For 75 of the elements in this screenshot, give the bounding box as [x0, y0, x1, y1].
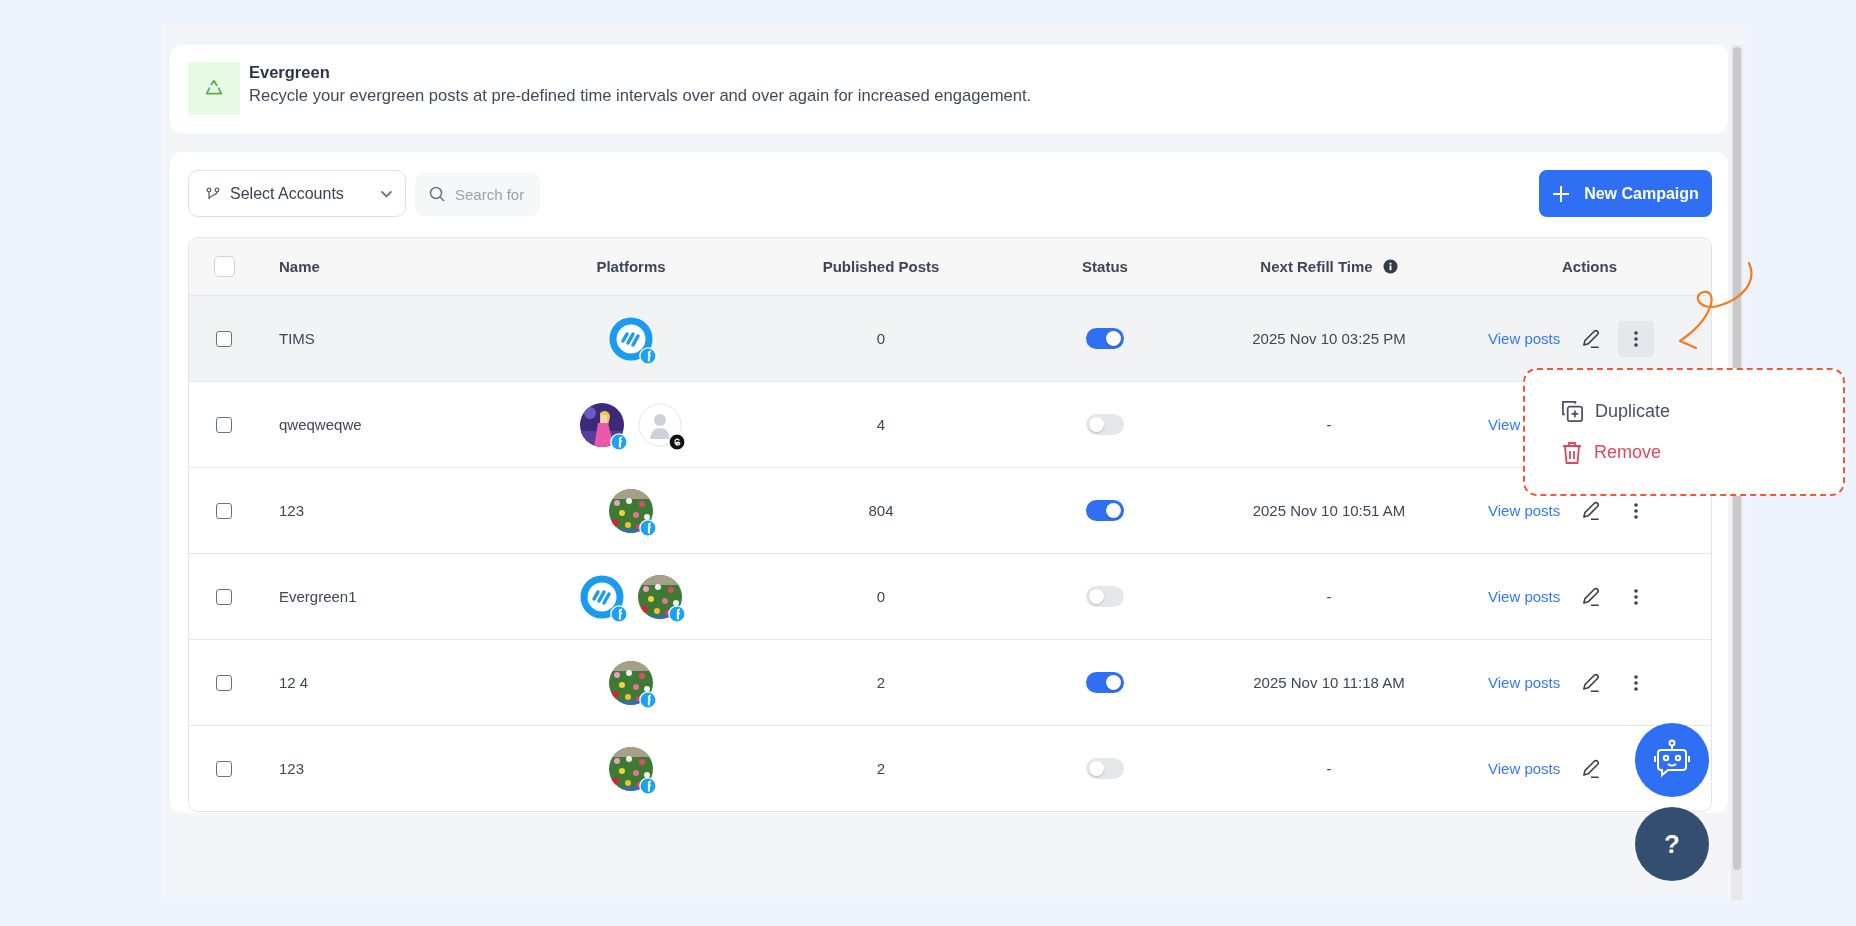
row-checkbox[interactable] [216, 502, 232, 519]
facebook-badge-icon [610, 604, 628, 623]
table-row[interactable]: TIMS 0 2025 Nov 10 03:25 PM View posts [189, 295, 1711, 381]
campaign-name: 123 [279, 760, 305, 777]
next-refill-time: 2025 Nov 10 10:51 AM [1252, 502, 1406, 519]
chevron-down-icon [380, 189, 393, 198]
view-posts-link[interactable]: View [1488, 416, 1521, 433]
row-checkbox[interactable] [216, 330, 232, 347]
more-icon [1634, 674, 1639, 691]
info-icon[interactable] [1382, 259, 1398, 274]
published-count: 4 [876, 416, 886, 433]
more-icon [1634, 502, 1639, 519]
campaign-name: qweqweqwe [279, 416, 362, 433]
more-icon [1634, 330, 1639, 347]
row-checkbox[interactable] [216, 674, 232, 691]
branch-icon [205, 185, 221, 202]
facebook-badge-icon [639, 776, 657, 795]
search-icon [428, 185, 446, 203]
column-header: Published Posts [822, 258, 940, 275]
column-header: Actions [1562, 258, 1617, 275]
row-checkbox[interactable] [216, 760, 232, 777]
status-toggle[interactable] [1086, 586, 1124, 607]
status-toggle[interactable] [1086, 500, 1124, 521]
column-header: Next Refill Time [1260, 258, 1373, 275]
column-header: Platforms [596, 258, 666, 275]
recycle-icon [188, 62, 240, 115]
view-posts-link[interactable]: View posts [1488, 674, 1561, 691]
trash-icon [1561, 440, 1583, 465]
campaign-name: TIMS [279, 330, 315, 347]
published-count: 0 [876, 588, 886, 605]
view-posts-link[interactable]: View posts [1488, 760, 1561, 777]
published-count: 0 [876, 330, 886, 347]
campaign-name: 12 4 [279, 674, 309, 691]
avatar-icon [638, 402, 682, 447]
published-count: 804 [868, 502, 894, 519]
next-refill-time: - [1326, 416, 1332, 433]
new-campaign-button[interactable]: New Campaign [1539, 170, 1712, 217]
table-row[interactable]: 12 4 2 2025 Nov 10 11:18 AM View posts [189, 639, 1711, 725]
section-description: Recycle your evergreen posts at pre-defined time intervals over and over again for increased engagement. [249, 86, 1032, 106]
facebook-badge-icon [639, 690, 657, 709]
column-header: Status [1082, 258, 1128, 275]
next-refill-time: - [1326, 760, 1332, 777]
facebook-badge-icon [639, 518, 657, 537]
campaign-name: Evergreen1 [279, 588, 357, 605]
view-posts-link[interactable]: View posts [1488, 502, 1561, 519]
facebook-badge-icon [639, 346, 657, 365]
next-refill-time: 2025 Nov 10 03:25 PM [1252, 330, 1406, 347]
status-toggle[interactable] [1086, 758, 1124, 779]
duplicate-icon [1561, 399, 1584, 423]
facebook-badge-icon [610, 432, 628, 451]
select-all-checkbox[interactable] [213, 256, 235, 277]
menu-item[interactable]: Remove [1561, 440, 1662, 465]
status-toggle[interactable] [1086, 328, 1124, 349]
section-title: Evergreen [249, 63, 331, 82]
view-posts-link[interactable]: View posts [1488, 588, 1561, 605]
more-icon [1634, 588, 1639, 605]
search-field[interactable]: Search for [415, 172, 540, 216]
status-toggle[interactable] [1086, 672, 1124, 693]
facebook-badge-icon [668, 604, 686, 623]
next-refill-time: 2025 Nov 10 11:18 AM [1253, 674, 1405, 691]
column-header: Name [279, 258, 320, 275]
campaign-name: 123 [279, 502, 305, 519]
plus-icon [1552, 184, 1571, 203]
published-count: 2 [876, 760, 886, 777]
more-button[interactable] [1618, 320, 1655, 357]
published-count: 2 [876, 674, 886, 691]
account-select[interactable]: Select Accounts [188, 170, 406, 217]
row-checkbox[interactable] [216, 416, 232, 433]
row-checkbox[interactable] [216, 588, 232, 605]
menu-item[interactable]: Duplicate [1561, 399, 1671, 423]
view-posts-link[interactable]: View posts [1488, 330, 1561, 347]
threads-badge-icon [668, 432, 686, 451]
status-toggle[interactable] [1086, 414, 1124, 435]
table-row[interactable]: Evergreen1 0 - View posts [189, 553, 1711, 639]
next-refill-time: - [1326, 588, 1332, 605]
